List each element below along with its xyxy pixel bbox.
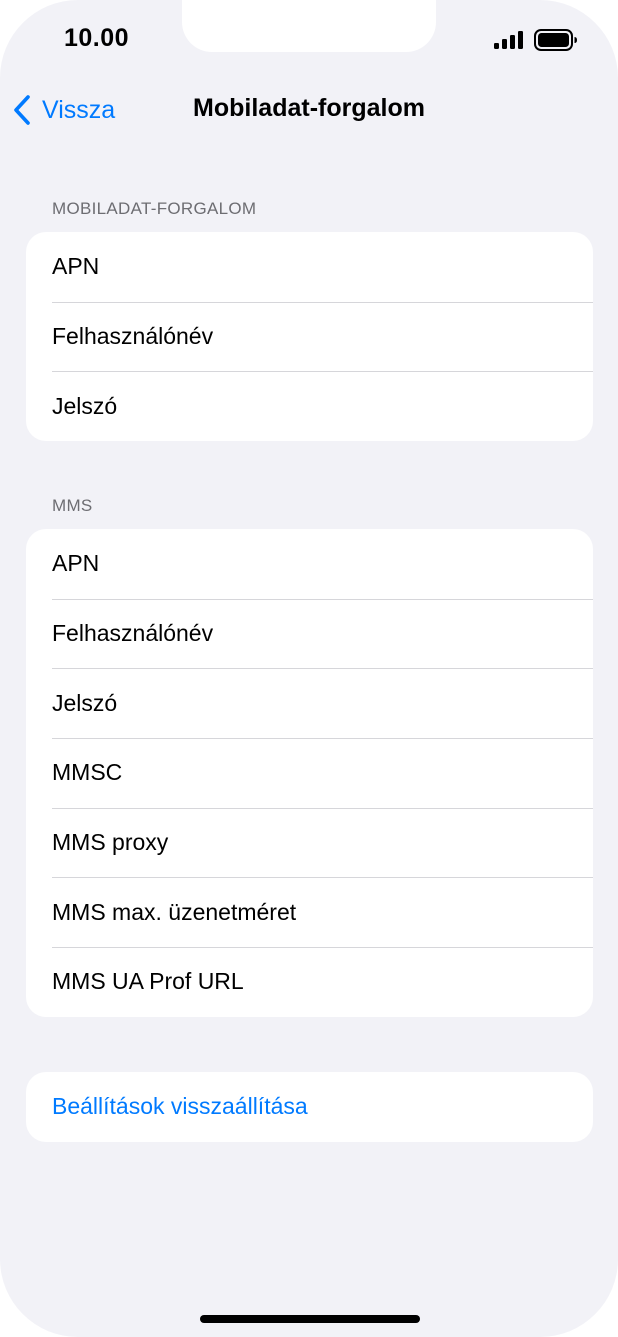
cellular-password-row[interactable]: Jelszó bbox=[26, 371, 593, 441]
status-time: 10.00 bbox=[64, 24, 130, 52]
mms-apn-row[interactable]: APN bbox=[26, 529, 593, 599]
section-header-mms: MMS bbox=[52, 496, 93, 515]
mms-settings-group: APN Felhasználónév Jelszó MMSC MMS proxy… bbox=[26, 529, 593, 1017]
page-title: Mobiladat-forgalom bbox=[193, 94, 425, 122]
battery-icon bbox=[534, 29, 577, 51]
reset-group: Beállítások visszaállítása bbox=[26, 1072, 593, 1142]
cellular-signal-icon bbox=[494, 31, 523, 49]
home-indicator[interactable] bbox=[200, 1315, 420, 1323]
section-header-cellular: MOBILADAT-FORGALOM bbox=[52, 199, 257, 218]
phone-screen: 10.00 Vissza Mobiladat-forgalom MOBILADA… bbox=[0, 0, 618, 1337]
cellular-apn-row[interactable]: APN bbox=[26, 232, 593, 302]
mms-ua-prof-url-row[interactable]: MMS UA Prof URL bbox=[26, 947, 593, 1017]
reset-settings-button[interactable]: Beállítások visszaállítása bbox=[26, 1072, 593, 1142]
mms-password-row[interactable]: Jelszó bbox=[26, 668, 593, 738]
mms-username-row[interactable]: Felhasználónév bbox=[26, 598, 593, 669]
cellular-settings-group: APN Felhasználónév Jelszó bbox=[26, 232, 593, 442]
mms-proxy-row[interactable]: MMS proxy bbox=[26, 807, 593, 878]
mmsc-row[interactable]: MMSC bbox=[26, 738, 593, 808]
notch bbox=[182, 0, 436, 52]
mms-max-message-size-row[interactable]: MMS max. üzenetméret bbox=[26, 877, 593, 947]
cellular-username-row[interactable]: Felhasználónév bbox=[26, 301, 593, 372]
